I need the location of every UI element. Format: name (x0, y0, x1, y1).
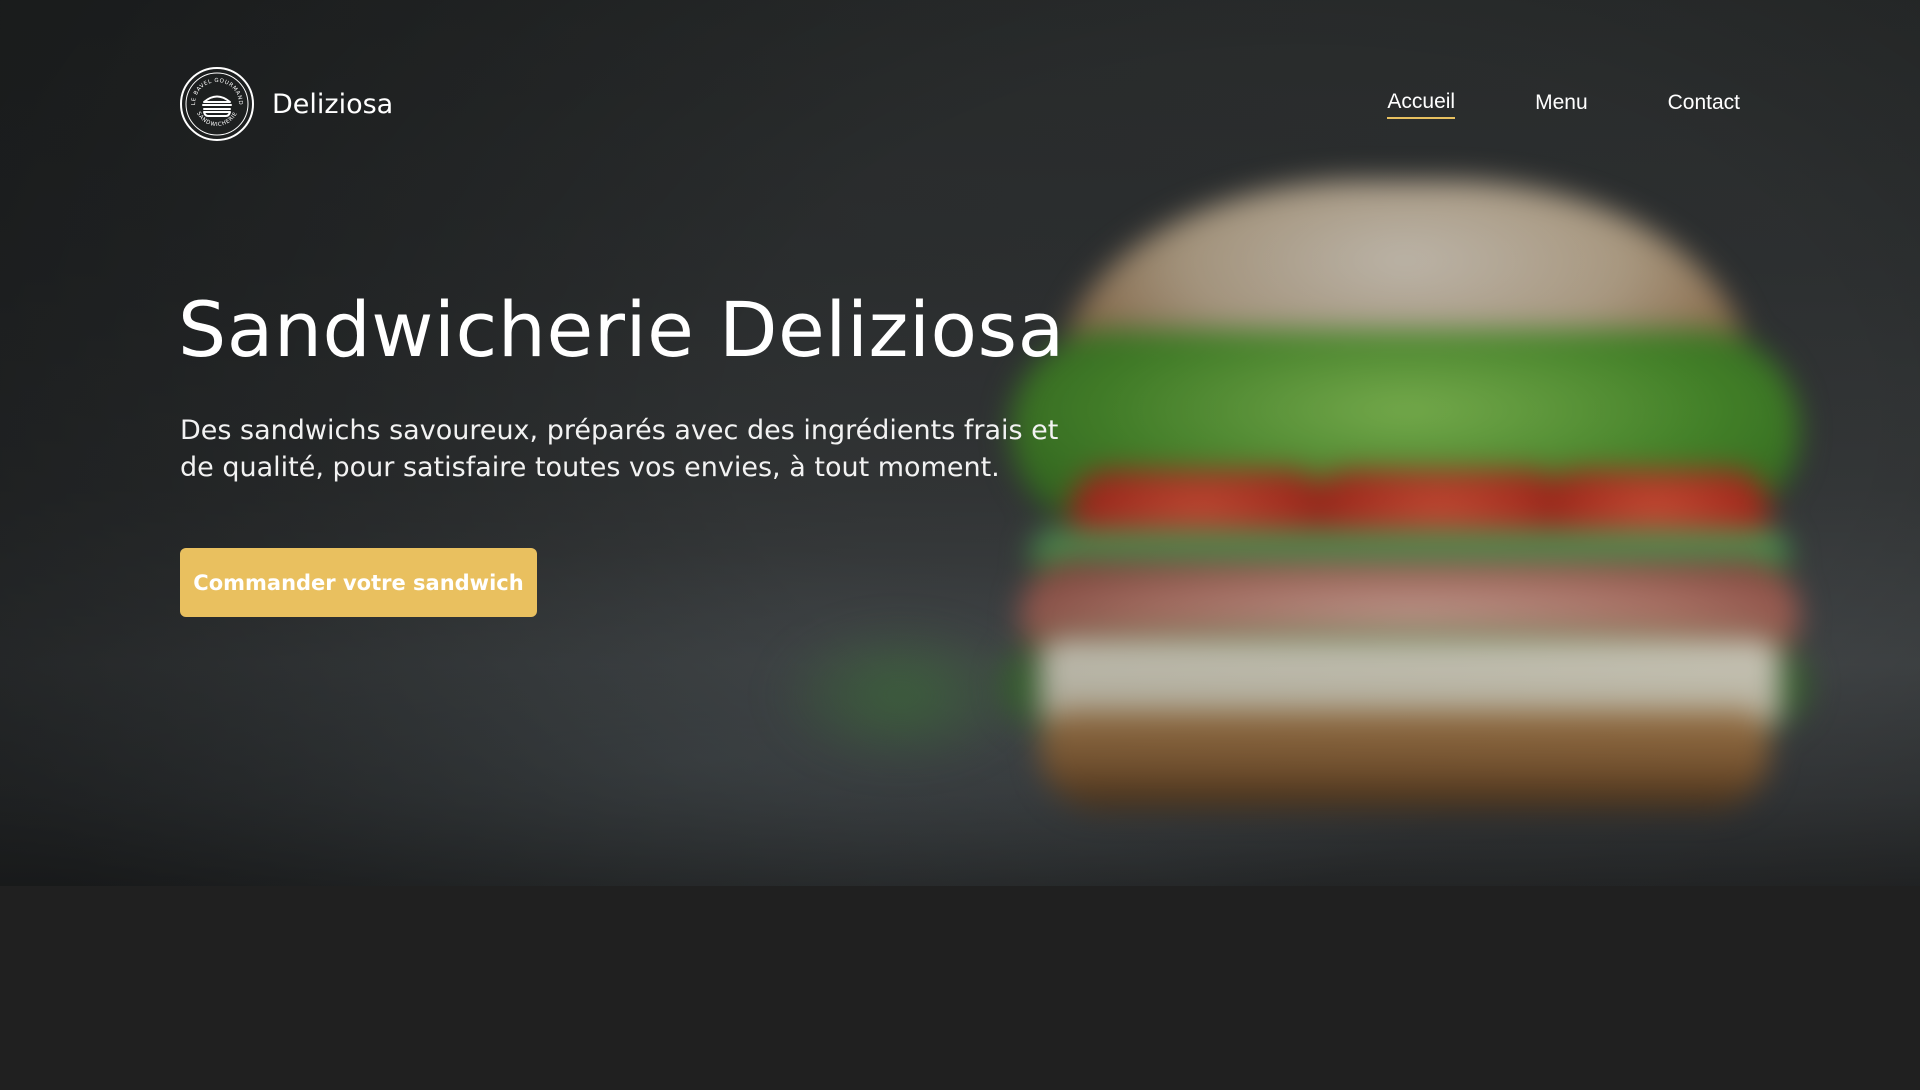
brand-name: Deliziosa (272, 88, 394, 120)
logo-arc-bottom-text: SANDWICHERIE (195, 111, 238, 128)
svg-text:SANDWICHERIE: SANDWICHERIE (195, 111, 239, 128)
nav-link-menu[interactable]: Menu (1535, 91, 1588, 118)
order-sandwich-button[interactable]: Commander votre sandwich (180, 548, 537, 617)
logo-svg: LE BAVEL GOURMAND SANDWICHERIE (185, 72, 249, 136)
hero-subtitle: Des sandwichs savoureux, préparés avec d… (180, 415, 1059, 483)
sandwich-badge-icon: LE BAVEL GOURMAND SANDWICHERIE (180, 67, 254, 141)
nav-link-accueil[interactable]: Accueil (1387, 90, 1456, 119)
main-nav: Accueil Menu Contact (1387, 90, 1740, 119)
nav-link-contact[interactable]: Contact (1668, 91, 1740, 118)
site-header: LE BAVEL GOURMAND SANDWICHERIE Deliziosa… (180, 66, 1740, 142)
brand-home-link[interactable]: LE BAVEL GOURMAND SANDWICHERIE Deliziosa (180, 67, 393, 141)
hero-title: Sandwicherie Deliziosa (178, 285, 1065, 374)
